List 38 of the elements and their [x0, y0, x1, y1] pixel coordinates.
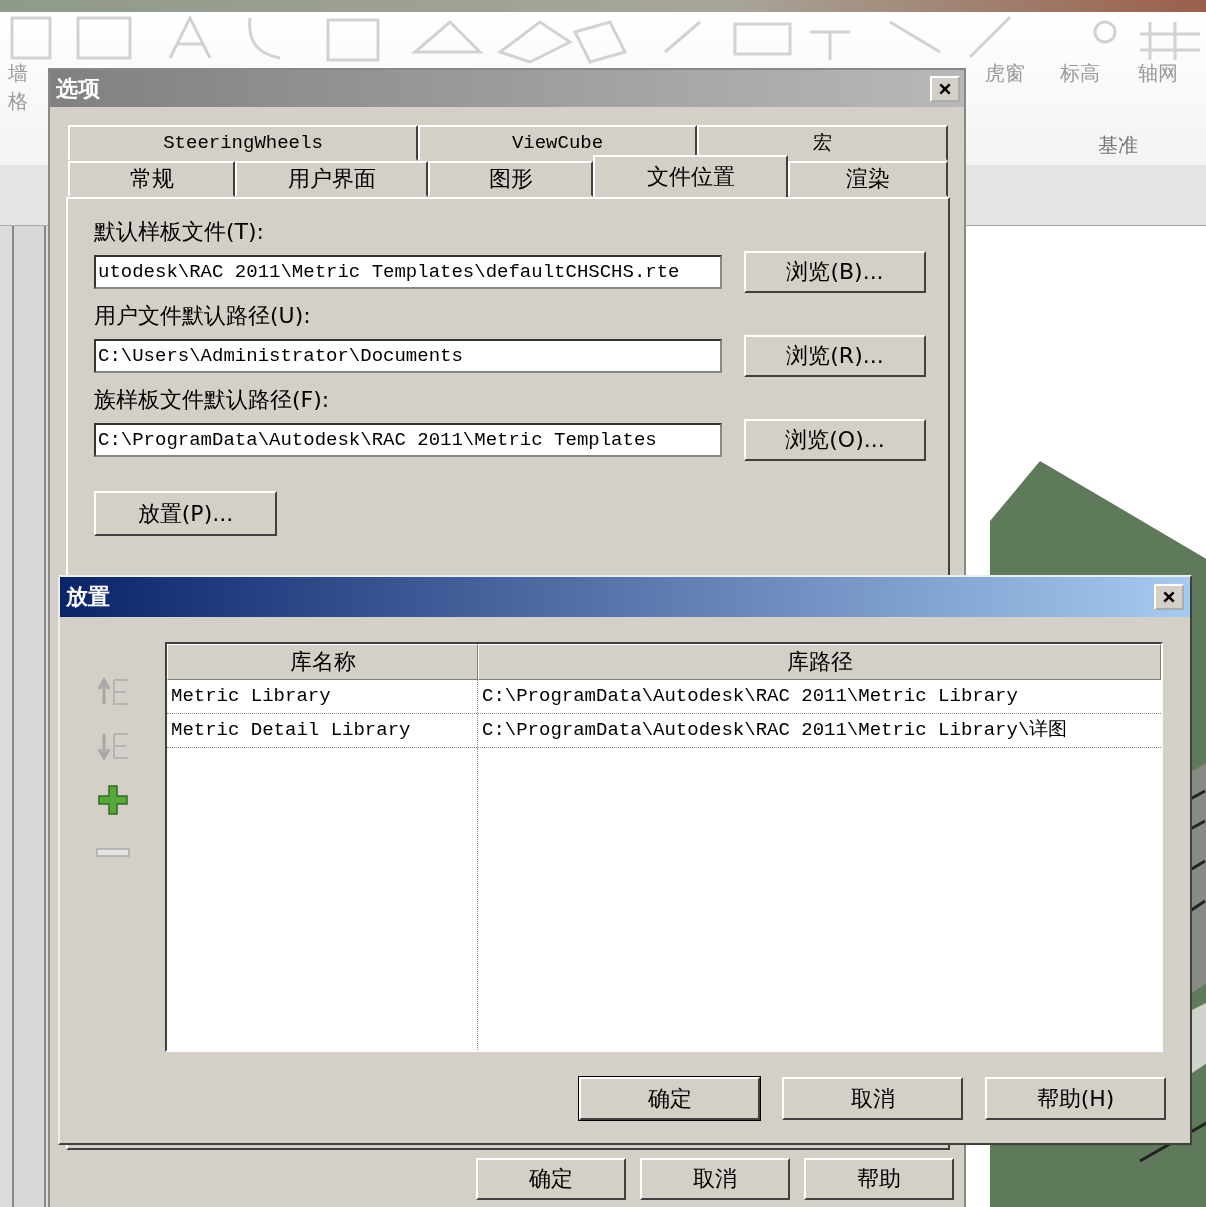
tab[interactable]: 宏: [697, 125, 948, 161]
input-field[interactable]: C:\Users\Administrator\Documents: [94, 339, 722, 373]
table-cell: Metric Detail Library: [167, 714, 478, 747]
browse-button[interactable]: 浏览(R)...: [744, 335, 926, 377]
tab[interactable]: 图形: [428, 161, 593, 197]
column-header[interactable]: 库路径: [478, 644, 1161, 680]
field-label: 族样板文件默认路径(F):: [94, 386, 331, 414]
browse-button[interactable]: 浏览(O)...: [744, 419, 926, 461]
dialog-button[interactable]: 确定: [579, 1077, 760, 1120]
close-icon: [938, 81, 952, 96]
input-field[interactable]: C:\ProgramData\Autodesk\RAC 2011\Metric Templates: [94, 423, 722, 457]
tab[interactable]: SteeringWheels: [68, 125, 418, 161]
dialog-button[interactable]: 取消: [640, 1158, 790, 1200]
places-button[interactable]: 放置(P)...: [94, 491, 277, 536]
dialog-button[interactable]: 帮助(H): [985, 1077, 1166, 1120]
tab[interactable]: ViewCube: [418, 125, 697, 161]
tab[interactable]: 用户界面: [235, 161, 428, 197]
table-cell-text: C:\ProgramData\Autodesk\RAC 2011\Metric Library\详图: [481, 718, 1069, 743]
dialog-button[interactable]: 取消: [782, 1077, 963, 1120]
table-cell: Metric Library: [167, 680, 478, 713]
column-header[interactable]: 库名称: [167, 644, 478, 680]
add-icon[interactable]: [95, 784, 130, 816]
tab[interactable]: 常规: [68, 161, 235, 197]
close-button[interactable]: [1154, 584, 1184, 610]
close-button[interactable]: [930, 75, 960, 102]
browse-button[interactable]: 浏览(B)...: [744, 251, 926, 293]
dialog-button[interactable]: 确定: [476, 1158, 626, 1200]
panel-title: 基准: [1098, 132, 1138, 159]
close-icon: [1162, 590, 1176, 604]
input-field[interactable]: utodesk\RAC 2011\Metric Templates\defaultCHSCHS.rte: [94, 255, 722, 289]
field-label: 默认样板文件(T):: [94, 218, 266, 246]
dialog-title: 选项: [56, 74, 100, 103]
tab[interactable]: 渲染: [788, 161, 948, 197]
table-cell-text: C:\ProgramData\Autodesk\RAC 2011\Metric Library: [481, 684, 1019, 709]
dialog-title: 放置: [66, 583, 110, 611]
field-label: 用户文件默认路径(U):: [94, 302, 312, 330]
dialog-button[interactable]: 帮助: [804, 1158, 954, 1200]
tab[interactable]: 文件位置: [593, 155, 788, 197]
